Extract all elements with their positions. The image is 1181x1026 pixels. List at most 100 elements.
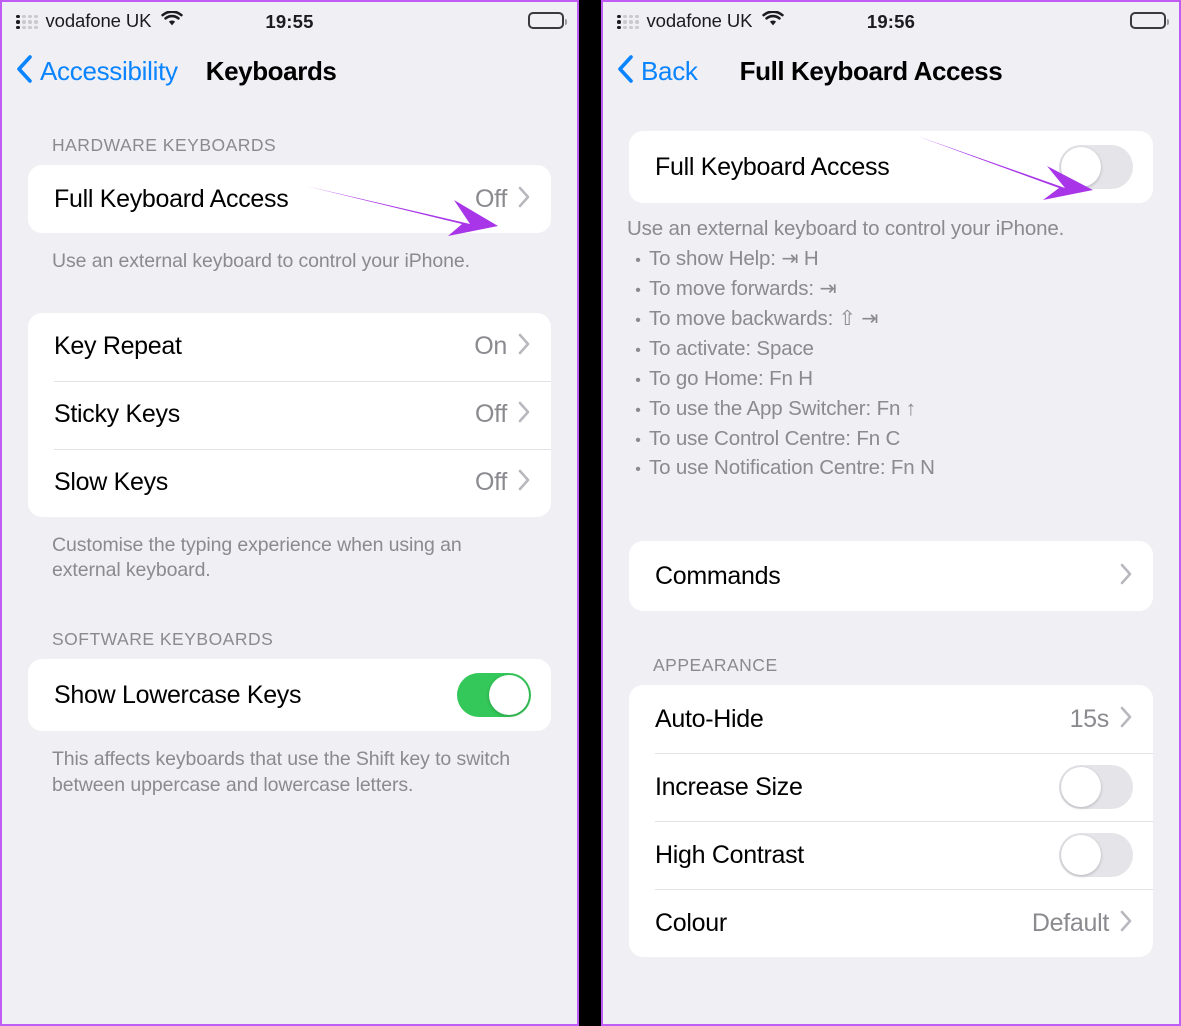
list-item-text: To activate: Space	[649, 336, 814, 360]
bullet-point: •	[635, 461, 641, 479]
footer-note-software-keyboards: This affects keyboards that use the Shif…	[52, 748, 511, 796]
bullet-point: •	[635, 431, 641, 449]
row-high-contrast[interactable]: High Contrast	[629, 821, 1153, 889]
list-item: • To use Control Centre: Fn C	[627, 424, 1155, 454]
list-item-text: To show Help: ⇥ H	[649, 247, 819, 270]
screenshot-root: vodafone UK 19:55 Accessibility Keyboard…	[0, 0, 1181, 1026]
row-label: Colour	[655, 908, 727, 937]
page-title: Full Keyboard Access	[739, 55, 1003, 86]
row-label: Full Keyboard Access	[655, 152, 890, 181]
card-key-options: Key Repeat On Sticky Keys Off Slow Keys …	[28, 312, 551, 517]
chevron-right-icon	[517, 332, 531, 361]
chevron-right-icon	[517, 185, 531, 214]
section-header-appearance: APPEARANCE	[653, 655, 778, 676]
row-label: Auto-Hide	[655, 704, 764, 733]
row-sticky-keys[interactable]: Sticky Keys Off	[28, 380, 551, 449]
chevron-right-icon	[1119, 909, 1133, 938]
row-full-keyboard-access[interactable]: Full Keyboard Access Off	[28, 165, 551, 233]
toggle-show-lowercase-keys[interactable]	[457, 673, 531, 718]
left-content: HARDWARE KEYBOARDS Full Keyboard Access …	[2, 135, 577, 799]
back-button-label: Back	[641, 55, 698, 86]
description-lead: Use an external keyboard to control your…	[627, 217, 1065, 240]
section-header-hardware-keyboards: HARDWARE KEYBOARDS	[52, 135, 277, 155]
back-button-accessibility[interactable]: Accessibility	[15, 54, 178, 89]
chevron-right-icon	[1119, 705, 1133, 734]
left-phone-panel: vodafone UK 19:55 Accessibility Keyboard…	[0, 0, 579, 1026]
row-value: Off	[475, 400, 507, 429]
list-item-text: To move backwards: ⇧ ⇥	[649, 306, 879, 330]
list-item: • To move forwards: ⇥	[627, 274, 1155, 304]
bullet-point: •	[635, 252, 641, 269]
card-hardware-keyboards: Full Keyboard Access Off	[28, 165, 551, 233]
toggle-full-keyboard-access[interactable]	[1059, 145, 1133, 189]
bullet-point: •	[635, 281, 641, 299]
list-item-text: To use Notification Centre: Fn N	[649, 456, 935, 480]
back-button[interactable]: Back	[616, 54, 698, 89]
footer-note-hardware-keyboards: Use an external keyboard to control your…	[52, 250, 470, 272]
status-bar-clock: 19:56	[866, 11, 916, 32]
chevron-right-icon	[517, 400, 531, 429]
list-item: • To move backwards: ⇧ ⇥	[627, 304, 1155, 334]
row-key-repeat[interactable]: Key Repeat On	[28, 313, 551, 381]
row-commands[interactable]: Commands	[629, 541, 1153, 611]
right-content: Full Keyboard Access Use an external key…	[603, 131, 1179, 958]
left-nav-bar: Accessibility Keyboards	[2, 42, 577, 100]
row-label: Show Lowercase Keys	[54, 680, 302, 709]
right-status-right-group	[1130, 12, 1169, 29]
list-item: • To activate: Space	[627, 334, 1155, 364]
bullet-point: •	[635, 371, 641, 389]
section-header-software-keyboards: SOFTWARE KEYBOARDS	[52, 629, 274, 650]
bullet-point: •	[635, 401, 641, 419]
row-auto-hide[interactable]: Auto-Hide 15s	[629, 685, 1153, 753]
description-block: Use an external keyboard to control your…	[603, 217, 1179, 483]
row-label: High Contrast	[655, 840, 804, 869]
list-item: • To show Help: ⇥ H	[627, 244, 1155, 274]
chevron-left-icon	[616, 54, 634, 89]
bullet-point: •	[635, 311, 641, 329]
shortcut-bullet-list: • To show Help: ⇥ H • To move forwards: ⇥ …	[627, 244, 1155, 483]
chevron-left-icon	[15, 54, 33, 89]
row-show-lowercase-keys[interactable]: Show Lowercase Keys	[28, 659, 551, 731]
right-nav-bar: Back Full Keyboard Access	[603, 42, 1179, 100]
row-value: Off	[475, 468, 507, 497]
page-title: Keyboards	[205, 55, 337, 86]
row-value: On	[474, 332, 507, 361]
toggle-high-contrast[interactable]	[1059, 833, 1133, 878]
row-value: Off	[475, 184, 507, 213]
row-label: Increase Size	[655, 772, 803, 801]
card-full-keyboard-access: Full Keyboard Access	[629, 131, 1153, 203]
row-colour[interactable]: Colour Default	[629, 889, 1153, 957]
card-commands: Commands	[629, 541, 1153, 612]
status-bar-clock: 19:55	[265, 11, 314, 32]
list-item: • To use the App Switcher: Fn ↑	[627, 394, 1155, 424]
right-status-bar: vodafone UK 19:56	[603, 2, 1179, 42]
list-item: • To use Notification Centre: Fn N	[627, 453, 1155, 483]
row-label: Key Repeat	[54, 332, 182, 361]
battery-icon	[528, 12, 567, 29]
list-item-text: To go Home: Fn H	[649, 366, 813, 390]
row-increase-size[interactable]: Increase Size	[629, 753, 1153, 821]
left-status-right-group	[528, 12, 567, 29]
toggle-increase-size[interactable]	[1059, 765, 1133, 810]
list-item-text: To move forwards: ⇥	[649, 276, 837, 300]
back-button-label: Accessibility	[40, 55, 178, 86]
list-item: • To go Home: Fn H	[627, 364, 1155, 394]
row-slow-keys[interactable]: Slow Keys Off	[28, 448, 551, 517]
left-status-bar: vodafone UK 19:55	[2, 2, 577, 42]
row-value: Default	[1031, 908, 1109, 937]
row-value: 15s	[1069, 704, 1110, 733]
list-item-text: To use the App Switcher: Fn ↑	[649, 396, 916, 420]
bullet-point: •	[635, 341, 641, 359]
card-appearance: Auto-Hide 15s Increase Size High Contras…	[629, 685, 1153, 958]
card-software-keyboards: Show Lowercase Keys	[28, 659, 551, 732]
panel-divider	[579, 0, 601, 1026]
footer-note-key-options: Customise the typing experience when usi…	[52, 533, 462, 582]
right-phone-panel: vodafone UK 19:56 Back Full Keyboard Acc…	[601, 0, 1181, 1026]
battery-icon	[1130, 12, 1169, 29]
row-label: Full Keyboard Access	[54, 184, 289, 213]
chevron-right-icon	[1119, 562, 1133, 591]
row-label: Commands	[655, 561, 781, 590]
row-full-keyboard-access-toggle[interactable]: Full Keyboard Access	[629, 131, 1153, 203]
list-item-text: To use Control Centre: Fn C	[649, 426, 901, 450]
chevron-right-icon	[517, 468, 531, 497]
